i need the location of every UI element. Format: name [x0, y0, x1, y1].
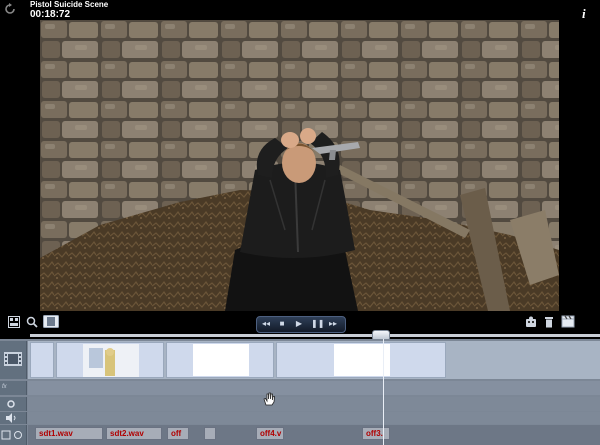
sound-track[interactable] [28, 412, 600, 424]
character-icon[interactable] [525, 316, 537, 328]
track-label-sound [0, 412, 27, 424]
audio-clip[interactable]: sdt1.wav [35, 427, 103, 440]
fx-track-label: fx [2, 384, 7, 390]
info-icon[interactable]: i [582, 6, 586, 22]
audio-clip[interactable]: off4.v [256, 427, 284, 440]
audio-track-icon [1, 430, 22, 440]
stop-button[interactable]: ■ [277, 319, 287, 329]
play-button[interactable]: ▶ [294, 319, 304, 329]
gear-icon [7, 400, 15, 408]
clip-thumbnail [334, 344, 390, 376]
pause-button[interactable]: ❚❚ [311, 319, 324, 329]
track-label-audio [0, 425, 27, 445]
audio-clip[interactable]: off3. [362, 427, 390, 440]
storyboard-icon[interactable] [8, 316, 20, 328]
speaker-icon [6, 413, 16, 423]
audio-clip[interactable]: sdt2.wav [106, 427, 162, 440]
track-label-video [0, 341, 27, 379]
forward-button[interactable]: ▸▸ [328, 319, 338, 329]
video-clip[interactable] [30, 342, 54, 378]
track-label-camera [0, 397, 27, 411]
clip-thumbnail [193, 344, 249, 376]
refresh-icon[interactable] [2, 1, 18, 17]
video-clip[interactable] [56, 342, 164, 378]
scene-render [40, 20, 559, 311]
rewind-button[interactable]: ◂◂ [261, 319, 271, 329]
film-icon[interactable] [43, 315, 59, 328]
fx-track[interactable] [28, 381, 600, 395]
trash-icon[interactable] [544, 316, 554, 328]
zoom-icon[interactable] [26, 316, 38, 328]
playhead[interactable] [383, 339, 384, 445]
video-clip[interactable] [166, 342, 274, 378]
audio-clip[interactable] [204, 427, 216, 440]
scrubber-track[interactable] [30, 334, 600, 337]
camera-track[interactable] [28, 397, 600, 411]
video-clip[interactable] [276, 342, 446, 378]
transport-controls: ◂◂ ■ ▶ ❚❚ ▸▸ [256, 316, 346, 333]
film-strip-icon [4, 352, 22, 366]
video-preview[interactable] [40, 20, 559, 311]
hand-cursor-icon [263, 392, 275, 406]
clip-thumbnail [83, 344, 139, 377]
audio-clip[interactable]: off [167, 427, 189, 440]
clapperboard-icon[interactable] [561, 315, 575, 328]
